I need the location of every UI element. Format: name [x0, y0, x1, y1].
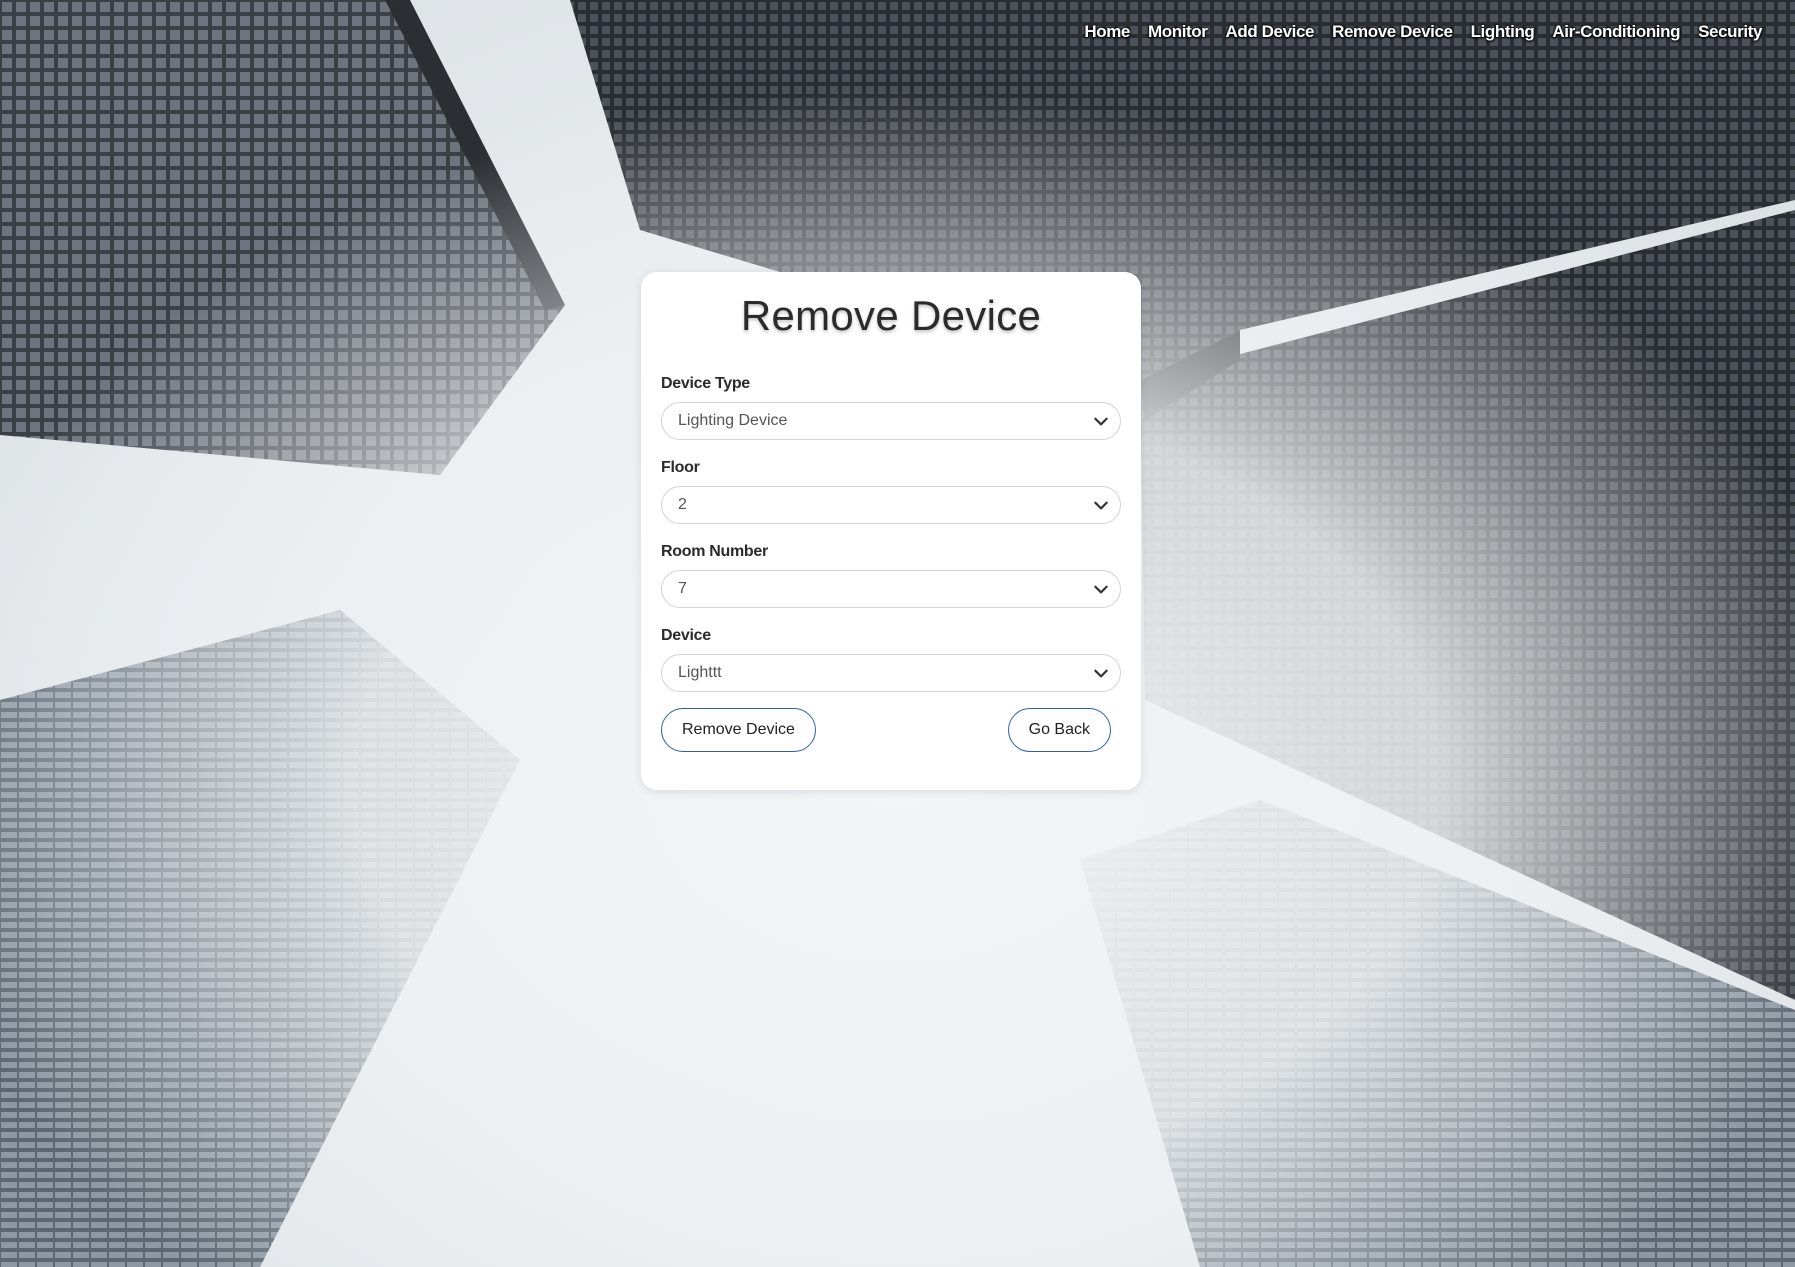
room-number-select[interactable]: 7 — [661, 570, 1121, 608]
device-type-value: Lighting Device — [678, 412, 788, 429]
chevron-down-icon — [1094, 669, 1108, 678]
room-number-group: Room Number 7 — [661, 542, 1121, 608]
nav-lighting-link[interactable]: Lighting — [1462, 20, 1544, 44]
floor-select[interactable]: 2 — [661, 486, 1121, 524]
floor-group: Floor 2 — [661, 458, 1121, 524]
device-group: Device Lighttt — [661, 626, 1121, 692]
floor-label: Floor — [661, 459, 700, 476]
floor-value: 2 — [678, 496, 687, 513]
nav-security-link[interactable]: Security — [1689, 20, 1771, 44]
nav-add-device-link[interactable]: Add Device — [1217, 20, 1324, 44]
room-number-value: 7 — [678, 580, 687, 597]
room-number-label: Room Number — [661, 543, 768, 560]
remove-device-card: Remove Device Device Type Lighting Devic… — [641, 272, 1141, 790]
chevron-down-icon — [1094, 417, 1108, 426]
form-actions: Remove Device Go Back — [661, 708, 1121, 752]
page-title: Remove Device — [740, 292, 1042, 339]
device-type-select[interactable]: Lighting Device — [661, 402, 1121, 440]
device-label: Device — [661, 627, 711, 644]
go-back-button[interactable]: Go Back — [1007, 708, 1111, 752]
chevron-down-icon — [1094, 501, 1108, 510]
chevron-down-icon — [1094, 585, 1108, 594]
device-type-label: Device Type — [661, 375, 750, 392]
nav-remove-device-link[interactable]: Remove Device — [1323, 20, 1461, 44]
top-navbar: Home Monitor Add Device Remove Device Li… — [1075, 20, 1771, 44]
nav-home-link[interactable]: Home — [1075, 20, 1139, 44]
nav-air-conditioning-link[interactable]: Air-Conditioning — [1543, 20, 1689, 44]
remove-device-button[interactable]: Remove Device — [661, 708, 816, 752]
device-select[interactable]: Lighttt — [661, 654, 1121, 692]
device-type-group: Device Type Lighting Device — [661, 374, 1121, 440]
nav-monitor-link[interactable]: Monitor — [1139, 20, 1217, 44]
device-value: Lighttt — [678, 664, 722, 681]
